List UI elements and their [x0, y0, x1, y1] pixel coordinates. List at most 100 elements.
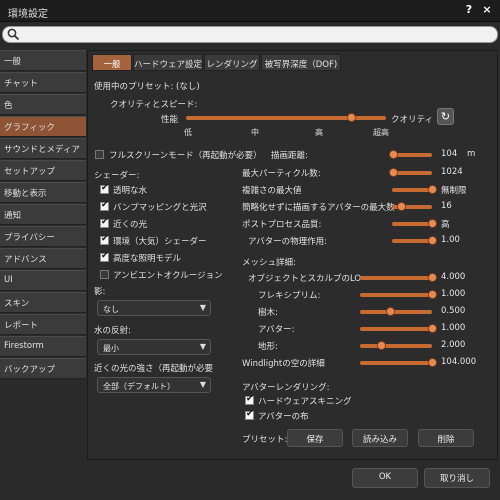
shader-atmospheric-checkbox[interactable] — [100, 234, 109, 245]
sidebar-item-graphics[interactable]: グラフィック — [0, 116, 86, 137]
max-complexity-label: 複雑さの最大値 — [242, 186, 302, 196]
mesh-objects-track[interactable] — [360, 276, 432, 280]
mesh-avatar-track[interactable] — [360, 327, 432, 331]
sidebar-item-skins[interactable]: スキン — [0, 292, 86, 313]
mesh-trees-track[interactable] — [360, 310, 432, 314]
sidebar-item-ui[interactable]: UI — [0, 270, 86, 291]
avatar-physics-label: アバターの物理作用: — [248, 237, 328, 247]
shader-bump-mapping-checkbox[interactable] — [100, 200, 109, 211]
sidebar-item-chat[interactable]: チャット — [0, 72, 86, 93]
mesh-avatar-value: 1.000 — [441, 323, 466, 333]
mesh-flexiprims-value: 1.000 — [441, 289, 466, 299]
sidebar-item-advanced[interactable]: アドバンス — [0, 248, 86, 269]
shadows-label: 影: — [94, 287, 106, 297]
windlight-sky-knob[interactable] — [428, 358, 437, 367]
sidebar-item-sound-media[interactable]: サウンドとメディア — [0, 138, 86, 159]
quality-low-end-label: 性能 — [161, 115, 179, 125]
shader-ambient-occlusion-label: アンビエントオクルージョン — [113, 271, 223, 281]
water-reflections-dropdown-value: 最小 — [103, 344, 119, 353]
quality-tick-low: 低 — [184, 128, 192, 137]
quality-slider-track[interactable] — [186, 116, 386, 120]
max-non-impostors-label: 簡略化せずに描画するアバターの最大数 — [242, 203, 395, 213]
mesh-terrain-knob[interactable] — [377, 341, 386, 350]
chevron-down-icon: ▼ — [199, 303, 206, 312]
max-particles-knob[interactable] — [389, 168, 398, 177]
search-box[interactable] — [2, 26, 498, 43]
sidebar-item-setup[interactable]: セットアップ — [0, 160, 86, 181]
tab-general[interactable]: 一般 — [92, 54, 132, 71]
sidebar-item-general[interactable]: 一般 — [0, 50, 86, 71]
sidebar-item-move-view[interactable]: 移動と表示 — [0, 182, 86, 203]
mesh-avatar-knob[interactable] — [428, 324, 437, 333]
chevron-down-icon: ▼ — [199, 380, 206, 389]
sidebar-item-firestorm[interactable]: Firestorm — [0, 336, 86, 357]
quality-slider-knob[interactable] — [347, 113, 356, 122]
max-complexity-knob[interactable] — [428, 185, 437, 194]
shader-local-lights-checkbox[interactable] — [100, 217, 109, 228]
search-icon — [7, 28, 20, 41]
shadows-dropdown[interactable]: なし ▼ — [97, 300, 211, 316]
sidebar-item-backup[interactable]: バックアップ — [0, 358, 86, 379]
shader-atmospheric-label: 環境（大気）シェーダー — [113, 237, 207, 247]
avatar-physics-value: 1.00 — [441, 235, 460, 245]
mesh-flexiprims-knob[interactable] — [428, 290, 437, 299]
cancel-button[interactable]: 取り消し — [424, 468, 490, 488]
mesh-trees-knob[interactable] — [386, 307, 395, 316]
title-bar[interactable]: 環境設定 ? × — [0, 0, 500, 22]
mesh-terrain-track[interactable] — [360, 344, 432, 348]
mesh-flexiprims-track[interactable] — [360, 293, 432, 297]
nearby-light-dropdown[interactable]: 全部（デフォルト） ▼ — [97, 377, 211, 393]
quality-speed-label: クオリティとスピード: — [110, 100, 198, 110]
shader-ambient-occlusion-checkbox[interactable] — [100, 270, 109, 279]
water-reflections-dropdown[interactable]: 最小 ▼ — [97, 339, 211, 355]
shaders-label: シェーダー: — [94, 171, 140, 181]
tab-depth-of-field[interactable]: 被写界深度（DOF) — [261, 54, 341, 71]
shader-advanced-lighting-checkbox[interactable] — [100, 251, 109, 262]
refresh-icon[interactable]: ↻ — [437, 108, 454, 125]
help-button[interactable]: ? — [462, 3, 476, 18]
max-particles-track[interactable] — [392, 171, 432, 175]
preset-load-button[interactable]: 読み込み — [352, 429, 408, 447]
preset-delete-button[interactable]: 削除 — [418, 429, 474, 447]
max-complexity-track[interactable] — [392, 188, 432, 192]
sidebar-item-privacy[interactable]: プライバシー — [0, 226, 86, 247]
windlight-sky-track[interactable] — [360, 361, 432, 365]
quality-high-end-label: クオリティ — [391, 115, 433, 125]
window-title: 環境設定 — [8, 9, 48, 20]
avatar-cloth-checkbox[interactable] — [245, 409, 254, 420]
preset-in-use-label: 使用中のプリセット: — [94, 82, 174, 92]
post-process-track[interactable] — [392, 222, 432, 226]
close-button[interactable]: × — [480, 3, 494, 18]
fullscreen-checkbox[interactable] — [95, 150, 104, 159]
presets-label: プリセット: — [242, 435, 288, 445]
sidebar-item-colors[interactable]: 色 — [0, 94, 86, 115]
mesh-objects-knob[interactable] — [428, 273, 437, 282]
search-input[interactable] — [23, 28, 483, 41]
fullscreen-label: フルスクリーンモード（再起動が必要） — [109, 151, 262, 161]
shader-transparent-water-checkbox[interactable] — [100, 183, 109, 194]
windlight-sky-label: Windlightの空の詳細 — [242, 359, 325, 369]
max-non-impostors-knob[interactable] — [397, 202, 406, 211]
tab-rendering[interactable]: レンダリング — [204, 54, 260, 71]
mesh-trees-value: 0.500 — [441, 306, 466, 316]
max-particles-value: 1024 — [441, 167, 463, 177]
post-process-knob[interactable] — [428, 219, 437, 228]
draw-distance-value: 104 — [441, 149, 458, 159]
draw-distance-knob[interactable] — [389, 150, 398, 159]
sidebar-item-notifications[interactable]: 通知 — [0, 204, 86, 225]
quality-tick-mid: 中 — [251, 128, 259, 137]
mesh-trees-label: 樹木: — [258, 308, 278, 318]
max-non-impostors-value: 16 — [441, 201, 452, 211]
shader-bump-mapping-label: バンプマッピングと光沢 — [113, 203, 207, 213]
ok-button[interactable]: OK — [352, 468, 418, 488]
tab-hardware[interactable]: ハードウェア設定 — [133, 54, 203, 71]
sidebar-item-reporting[interactable]: レポート — [0, 314, 86, 335]
avatar-physics-knob[interactable] — [428, 236, 437, 245]
preset-save-button[interactable]: 保存 — [287, 429, 343, 447]
mesh-objects-label: オブジェクトとスカルプのLO — [248, 274, 362, 284]
mesh-avatar-label: アバター: — [258, 325, 295, 335]
hardware-skinning-checkbox[interactable] — [245, 394, 254, 405]
avatar-physics-track[interactable] — [392, 239, 432, 243]
draw-distance-track[interactable] — [392, 153, 432, 157]
shader-transparent-water-label: 透明な水 — [113, 186, 148, 196]
